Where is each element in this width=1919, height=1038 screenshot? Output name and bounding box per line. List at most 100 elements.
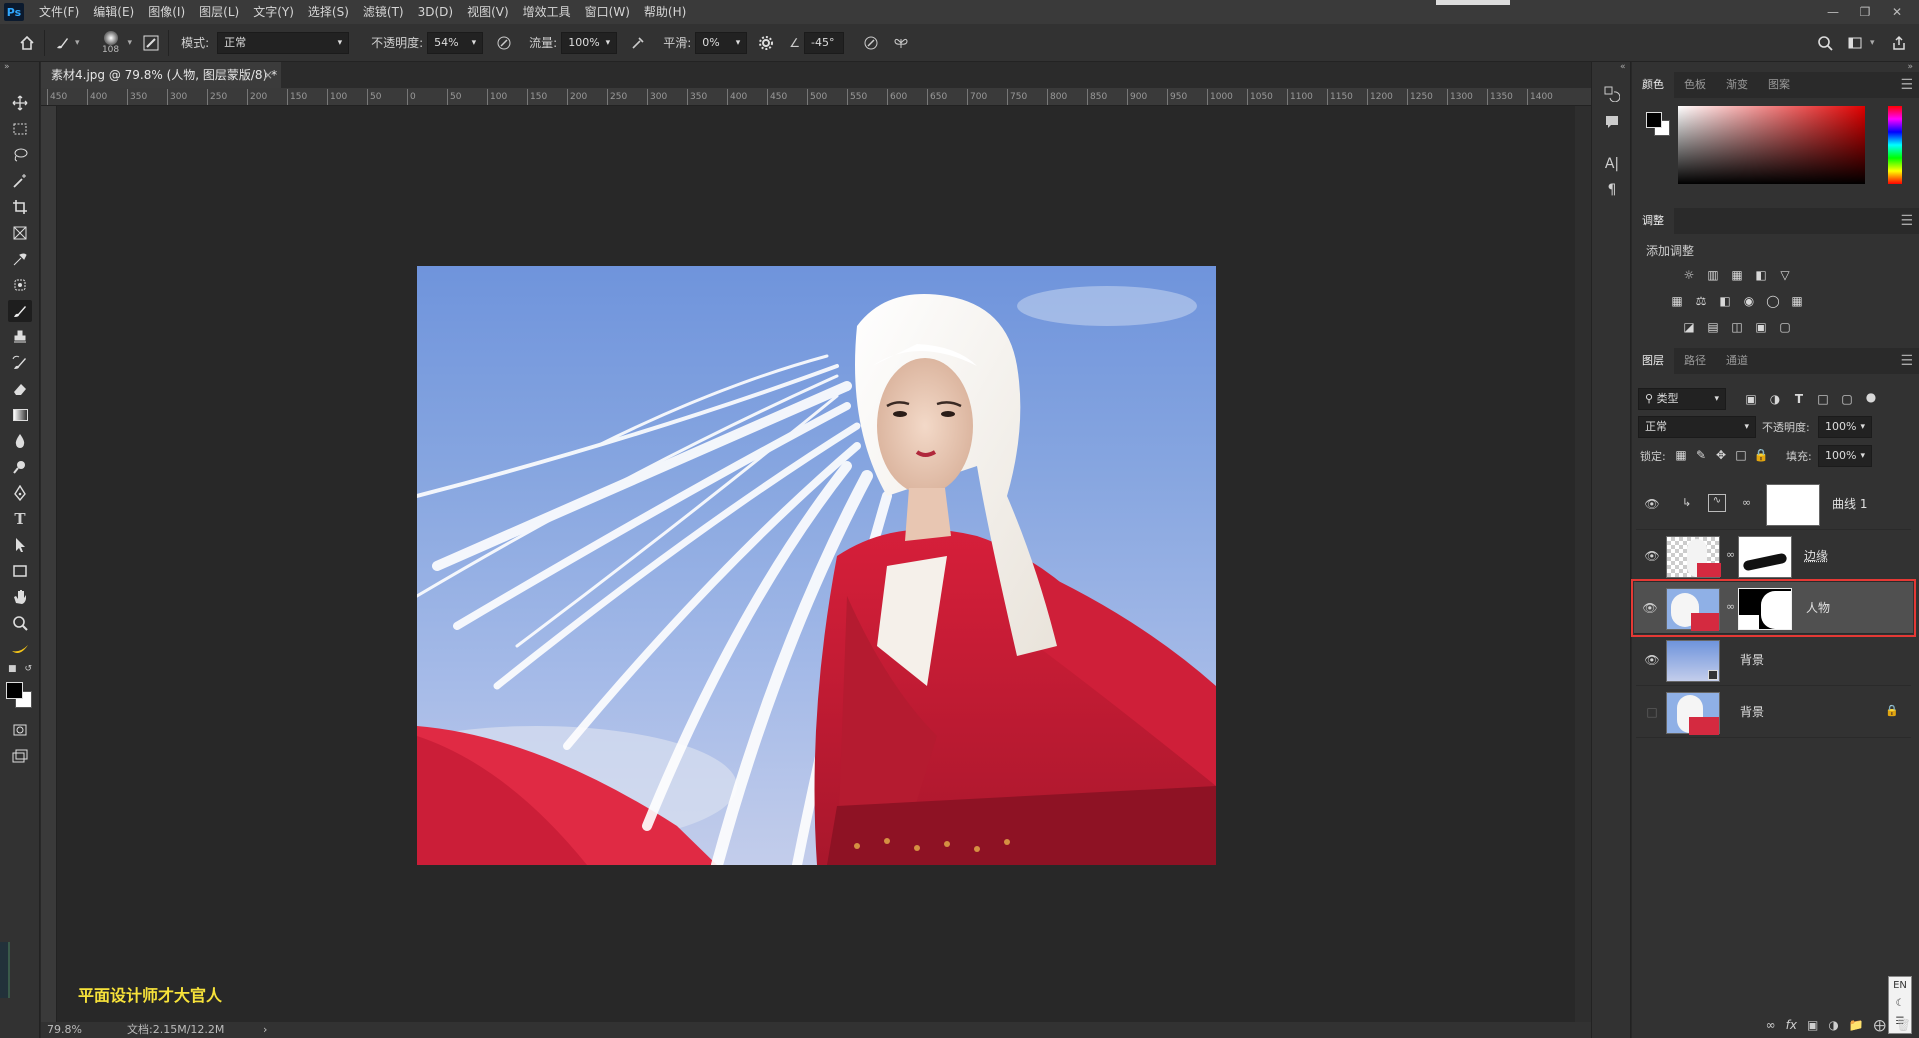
exposure-icon[interactable]: ◧ <box>1752 266 1770 284</box>
chevron-down-icon[interactable]: ▾ <box>1870 38 1875 48</box>
swap-colors-icon[interactable]: ■ ↺ <box>8 662 32 676</box>
chevron-down-icon[interactable]: ▾ <box>128 38 133 48</box>
blend-mode-select[interactable]: 正常 ▾ <box>1638 416 1756 438</box>
lasso-tool-icon[interactable] <box>8 144 32 166</box>
path-selection-icon[interactable] <box>8 534 32 556</box>
visibility-eye-icon[interactable]: 👁 <box>1642 650 1662 670</box>
eyedropper-icon[interactable] <box>8 248 32 270</box>
lock-image-icon[interactable]: ✎ <box>1692 446 1710 464</box>
canvas-image[interactable] <box>417 266 1216 865</box>
tab-gradients[interactable]: 渐变 <box>1716 72 1758 98</box>
airbrush-icon[interactable] <box>625 30 651 56</box>
angle-input[interactable]: -45° <box>804 31 845 54</box>
zoom-level[interactable]: 79.8% <box>47 1022 82 1038</box>
menu-select[interactable]: 选择(S) <box>301 0 356 24</box>
magic-wand-icon[interactable] <box>8 170 32 192</box>
lock-all-icon[interactable]: 🔒 <box>1752 446 1770 464</box>
eraser-icon[interactable] <box>8 378 32 400</box>
layer-name[interactable]: 背景 <box>1740 686 1764 738</box>
layer-name[interactable]: 背景 <box>1740 634 1764 686</box>
tab-paths[interactable]: 路径 <box>1674 348 1716 374</box>
layer-row-background-smart[interactable]: 👁 背景 <box>1636 634 1911 686</box>
visibility-eye-icon[interactable]: 👁 <box>1642 494 1662 514</box>
quick-mask-icon[interactable] <box>8 719 32 741</box>
menu-layer[interactable]: 图层(L) <box>192 0 246 24</box>
paragraph-panel-icon[interactable]: ¶ <box>1602 180 1622 200</box>
collapse-dock-icon[interactable]: » <box>1907 62 1913 72</box>
marquee-tool-icon[interactable] <box>8 118 32 140</box>
close-window-icon[interactable]: ✕ <box>1881 0 1913 24</box>
black-white-icon[interactable]: ◧ <box>1716 292 1734 310</box>
share-icon[interactable] <box>1886 30 1912 56</box>
filter-adjustment-icon[interactable]: ◑ <box>1766 390 1784 408</box>
posterize-icon[interactable]: ▤ <box>1704 318 1722 336</box>
character-panel-icon[interactable]: A| <box>1602 154 1622 174</box>
panel-foreground-swatch[interactable] <box>1646 112 1662 128</box>
tab-adjustments[interactable]: 调整 <box>1632 208 1674 234</box>
menu-3d[interactable]: 3D(D) <box>411 0 460 24</box>
color-field[interactable] <box>1678 106 1865 184</box>
brush-settings-panel-icon[interactable] <box>138 30 164 56</box>
layer-thumbnail[interactable] <box>1666 640 1720 682</box>
history-brush-icon[interactable] <box>8 352 32 374</box>
collapse-toolbar-icon[interactable]: » <box>4 62 10 72</box>
add-mask-icon[interactable]: ▣ <box>1807 1018 1818 1032</box>
restore-icon[interactable]: ❐ <box>1849 0 1881 24</box>
new-layer-icon[interactable]: ⨁ <box>1874 1018 1886 1032</box>
layer-mask-thumbnail[interactable] <box>1738 588 1792 630</box>
menu-filter[interactable]: 滤镜(T) <box>356 0 411 24</box>
visibility-empty-box[interactable]: □ <box>1642 702 1662 722</box>
chevron-down-icon[interactable]: ▾ <box>75 38 80 48</box>
curves-icon[interactable]: ▦ <box>1728 266 1746 284</box>
rectangle-tool-icon[interactable] <box>8 560 32 582</box>
filter-pixel-icon[interactable]: ▣ <box>1742 390 1760 408</box>
menu-type[interactable]: 文字(Y) <box>246 0 301 24</box>
layer-opacity-input[interactable]: 100% ▾ <box>1818 416 1872 438</box>
blur-tool-icon[interactable] <box>8 430 32 452</box>
layer-thumbnail[interactable] <box>1666 692 1720 735</box>
home-icon[interactable] <box>14 30 40 56</box>
opacity-input[interactable]: 54% ▾ <box>427 31 484 54</box>
tab-layers[interactable]: 图层 <box>1632 348 1674 374</box>
threshold-icon[interactable]: ◫ <box>1728 318 1746 336</box>
layer-filter-select[interactable]: ⚲ 类型 ▾ <box>1638 388 1726 410</box>
lock-transparent-icon[interactable]: ▦ <box>1672 446 1690 464</box>
tab-channels[interactable]: 通道 <box>1716 348 1758 374</box>
new-group-icon[interactable]: 📁 <box>1849 1018 1864 1032</box>
document-tab[interactable]: 素材4.jpg @ 79.8% (人物, 图层蒙版/8) * × <box>41 62 281 88</box>
type-tool-icon[interactable]: T <box>8 508 32 530</box>
menu-image[interactable]: 图像(I) <box>141 0 192 24</box>
layer-style-fx-icon[interactable]: fx <box>1786 1018 1797 1032</box>
lock-artboard-icon[interactable]: □ <box>1732 446 1750 464</box>
lock-position-icon[interactable]: ✥ <box>1712 446 1730 464</box>
panel-menu-icon[interactable]: ☰ <box>1900 213 1913 229</box>
tab-patterns[interactable]: 图案 <box>1758 72 1800 98</box>
photo-filter-icon[interactable]: ◉ <box>1740 292 1758 310</box>
collapse-panels-icon[interactable]: « <box>1620 62 1626 72</box>
menu-edit[interactable]: 编辑(E) <box>86 0 141 24</box>
flow-input[interactable]: 100% ▾ <box>561 31 618 54</box>
crop-tool-icon[interactable] <box>8 196 32 218</box>
layer-row-background[interactable]: □ 背景 🔒 <box>1636 686 1911 738</box>
minimize-icon[interactable]: — <box>1817 0 1849 24</box>
selective-color-icon[interactable]: ▣ <box>1752 318 1770 336</box>
filter-shape-icon[interactable]: □ <box>1814 390 1832 408</box>
horizontal-ruler[interactable]: 450 400 350 300 250 200 150 100 50 0 50 100 150 200 25… <box>41 88 1591 106</box>
healing-brush-icon[interactable] <box>8 274 32 296</box>
hand-tool-icon[interactable] <box>8 586 32 608</box>
visibility-eye-icon[interactable]: 👁 <box>1640 598 1660 618</box>
smoothing-input[interactable]: 0% ▾ <box>695 31 748 54</box>
tab-swatches[interactable]: 色板 <box>1674 72 1716 98</box>
smoothing-gear-icon[interactable] <box>753 30 779 56</box>
color-balance-icon[interactable]: ⚖ <box>1692 292 1710 310</box>
fill-input[interactable]: 100% ▾ <box>1818 445 1872 467</box>
dodge-tool-icon[interactable] <box>8 456 32 478</box>
visibility-eye-icon[interactable]: 👁 <box>1642 546 1662 566</box>
layer-row-person[interactable]: 👁 ∞ 人物 <box>1631 579 1916 637</box>
panel-menu-icon[interactable]: ☰ <box>1900 77 1913 93</box>
delete-layer-icon[interactable]: 🗑 <box>1896 1018 1911 1032</box>
menu-window[interactable]: 窗口(W) <box>578 0 637 24</box>
brush-size-picker[interactable]: 108 <box>94 30 128 55</box>
frame-tool-icon[interactable] <box>8 222 32 244</box>
levels-icon[interactable]: ▥ <box>1704 266 1722 284</box>
